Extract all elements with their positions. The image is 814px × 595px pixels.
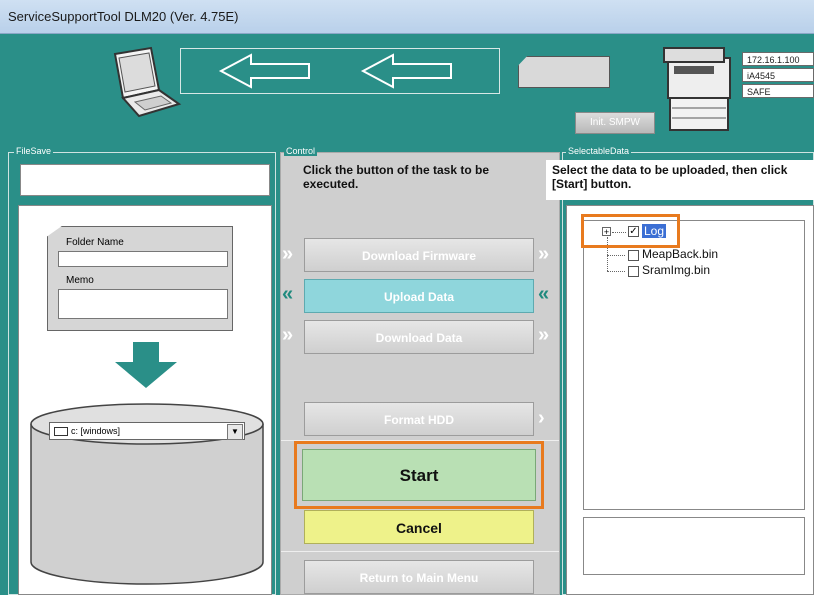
control-label: Control: [284, 146, 318, 156]
drive-select-value: c: [windows]: [71, 426, 121, 436]
upload-data-button[interactable]: Upload Data: [304, 279, 534, 313]
tree-line: [607, 271, 625, 272]
tree-line: [607, 255, 625, 256]
log-highlight: [581, 214, 680, 248]
filesave-label: FileSave: [14, 146, 54, 156]
device-ip: 172.16.1.100: [742, 52, 814, 66]
chevron-right-icon: »: [538, 324, 550, 346]
cancel-button[interactable]: Cancel: [304, 510, 534, 544]
device-model: iA4545: [742, 68, 814, 82]
selectable-instruction: Select the data to be uploaded, then cli…: [552, 163, 788, 191]
tree-item-meapback[interactable]: MeapBack.bin: [642, 247, 718, 261]
meapback-checkbox[interactable]: [628, 250, 639, 261]
folder-name-label: Folder Name: [66, 237, 124, 248]
sramimg-checkbox[interactable]: [628, 266, 639, 277]
dropdown-arrow-icon[interactable]: ▼: [227, 424, 243, 440]
device-mode: SAFE: [742, 84, 814, 98]
download-firmware-button[interactable]: Download Firmware: [304, 238, 534, 272]
chevron-right-icon: ›: [538, 407, 545, 429]
memo-input[interactable]: [58, 289, 228, 319]
data-block-icon: [518, 56, 610, 88]
chevron-right-icon: »: [282, 243, 294, 265]
window-title: ServiceSupportTool DLM20 (Ver. 4.75E): [8, 9, 239, 24]
laptop-icon: [113, 46, 182, 118]
title-bar: ServiceSupportTool DLM20 (Ver. 4.75E): [0, 0, 814, 34]
left-arrow-icon: [218, 53, 452, 89]
chevron-right-icon: »: [538, 243, 550, 265]
init-smpw-button[interactable]: Init. SMPW: [575, 112, 655, 134]
chevron-left-icon: «: [538, 283, 550, 305]
printer-icon: [663, 47, 731, 131]
tree-item-sramimg[interactable]: SramImg.bin: [642, 263, 710, 277]
drive-select[interactable]: c: [windows] ▼: [49, 422, 245, 440]
filesave-path-field[interactable]: [20, 164, 270, 196]
divider: [281, 551, 559, 552]
download-data-button[interactable]: Download Data: [304, 320, 534, 354]
transfer-arrows: [180, 48, 500, 94]
down-arrow-icon: [115, 342, 177, 388]
return-main-menu-button[interactable]: Return to Main Menu: [304, 560, 534, 594]
control-instruction: Click the button of the task to be execu…: [303, 163, 490, 191]
memo-label: Memo: [66, 275, 94, 286]
header-band: Init. SMPW 172.16.1.100 iA4545 SAFE: [0, 34, 814, 146]
folder-name-input[interactable]: [58, 251, 228, 267]
description-box: [583, 517, 805, 575]
folder-card: Folder Name Memo: [47, 226, 233, 331]
start-button[interactable]: Start: [302, 449, 536, 501]
drive-icon: [54, 427, 68, 437]
format-hdd-button[interactable]: Format HDD: [304, 402, 534, 436]
selectable-label: SelectableData: [566, 146, 632, 156]
chevron-right-icon: »: [282, 324, 294, 346]
chevron-left-icon: «: [282, 283, 294, 305]
data-tree[interactable]: + ✓ Log MeapBack.bin SramImg.bin: [583, 220, 805, 510]
filesave-area: Folder Name Memo c: [windows] ▼: [18, 205, 272, 595]
